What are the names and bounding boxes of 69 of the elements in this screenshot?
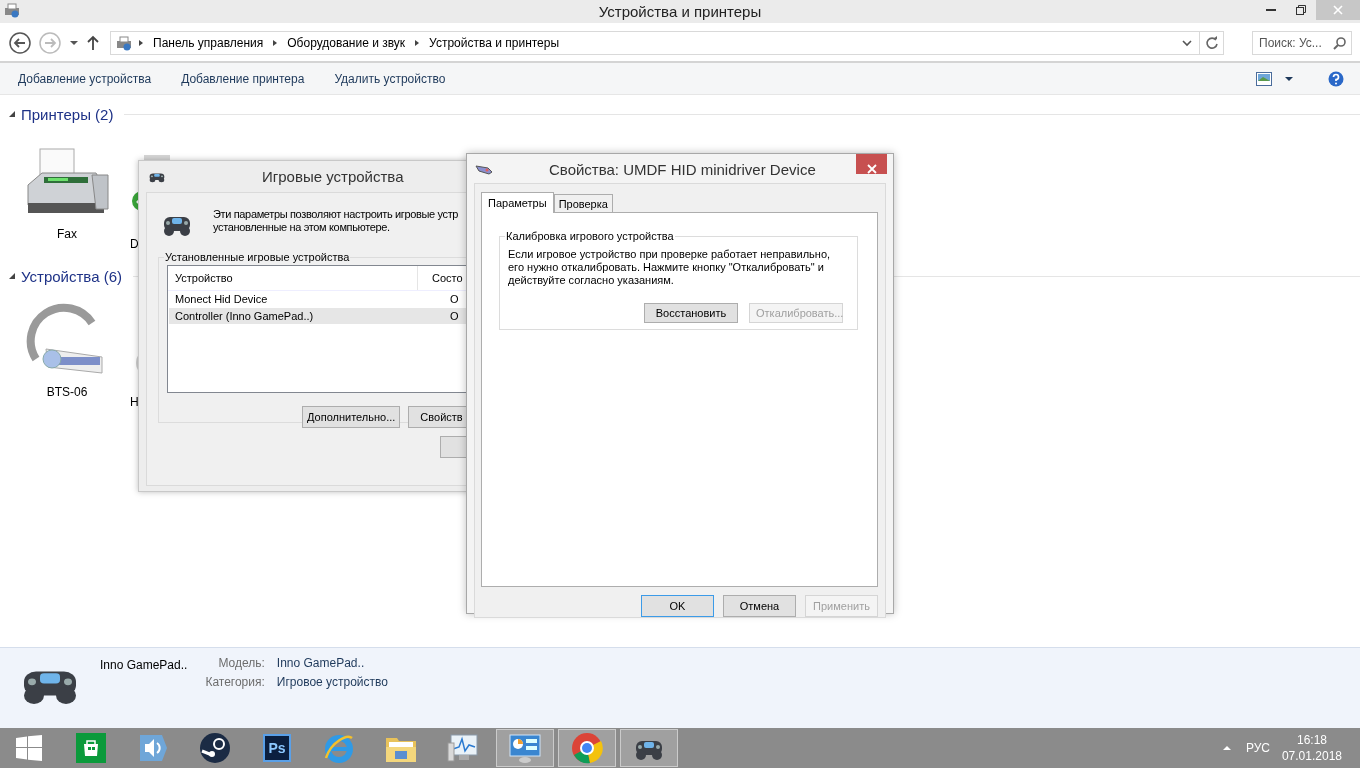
description-text: Эти параметры позволяют настроить игровые устр установленные на этом компьютере. <box>213 208 459 235</box>
e-logo-icon <box>323 732 355 764</box>
breadcrumb-item[interactable]: Оборудование и звук <box>283 36 410 50</box>
list-row[interactable]: Controller (Inno GamePad..) O <box>169 308 469 324</box>
group-label: Калибровка игрового устройства <box>505 230 675 242</box>
breadcrumb-item[interactable]: Устройства и принтеры <box>425 36 564 50</box>
command-button[interactable]: Добавление устройства <box>3 67 167 90</box>
printer-icon <box>3 2 21 18</box>
dialog-title: Свойства: UMDF HID minidriver Device <box>549 161 816 178</box>
search-icon <box>1333 36 1347 50</box>
dialog-button[interactable]: OK <box>641 595 714 617</box>
show-hidden-icons-button[interactable] <box>1221 744 1232 752</box>
close-icon <box>866 163 877 174</box>
instruction-text: Если игровое устройство при проверке работает неправильно, его нужно откалибровать. Нажмите кнопку "Откалибровать" и действуйте согласно указаниям. <box>508 248 832 287</box>
device-label[interactable]: H <box>130 395 139 409</box>
view-button[interactable] <box>1254 69 1274 88</box>
taskbar-button[interactable]: Ps <box>248 729 306 767</box>
window-title: Устройства и принтеры <box>598 3 762 20</box>
dialog-button[interactable]: Отмена <box>723 595 796 617</box>
caret-up-icon <box>1221 744 1232 752</box>
column-header[interactable]: Состо <box>418 272 463 284</box>
field-value: Inno GamePad.. <box>276 656 366 670</box>
collapse-triangle-icon[interactable] <box>8 272 16 280</box>
column-header[interactable]: Устройство <box>168 266 418 290</box>
breadcrumb-item[interactable]: Панель управления <box>149 36 268 50</box>
group-label: Установленные игровые устройства <box>164 251 351 263</box>
device-label[interactable]: D <box>130 237 139 251</box>
address-field[interactable]: Панель управления Оборудование и звук Устройства и принтеры <box>110 31 1224 55</box>
chevron-down-icon <box>1181 38 1193 48</box>
collapse-triangle-icon[interactable] <box>8 110 16 118</box>
printer-icon <box>115 35 133 51</box>
back-button[interactable] <box>8 31 32 55</box>
command-button[interactable]: Удалить устройство <box>319 67 461 90</box>
dialog-button[interactable]: Свойств <box>408 406 469 428</box>
store-icon <box>76 733 106 763</box>
device-label[interactable]: BTS-06 <box>46 385 88 399</box>
ps-icon: Ps <box>263 734 291 762</box>
refresh-icon <box>1204 36 1219 50</box>
field-value: Игровое устройство <box>276 675 388 689</box>
taskbar-button[interactable] <box>620 729 678 767</box>
list-row[interactable]: Monect Hid Device O <box>169 291 469 307</box>
close-button[interactable] <box>856 154 887 174</box>
group-title: Принтеры (2) <box>21 105 114 123</box>
circle-logo-icon <box>199 732 231 764</box>
device-label[interactable]: Fax <box>57 227 77 241</box>
caret-icon <box>1284 74 1294 83</box>
tab[interactable]: Параметры <box>481 192 554 213</box>
windows-logo-icon <box>16 735 42 761</box>
field-label: Категория: <box>205 675 265 689</box>
round-logo-icon <box>571 732 603 764</box>
dialog-button[interactable]: Восстановить <box>644 303 738 323</box>
minimize-icon <box>1266 9 1276 11</box>
group-title: Устройства (6) <box>21 267 122 285</box>
up-arrow-icon <box>86 35 100 51</box>
monitor-chart-icon <box>447 733 479 763</box>
field-label: Модель: <box>217 656 265 670</box>
view-icon <box>1256 71 1272 86</box>
device-name: Inno GamePad.. <box>100 658 188 673</box>
control-panel-icon <box>509 733 541 763</box>
command-button[interactable]: Добавление принтера <box>166 67 320 90</box>
restore-icon <box>1296 5 1306 15</box>
search-field[interactable]: Поиск: Ус... <box>1252 31 1352 55</box>
speaker-icon <box>138 733 168 763</box>
close-icon <box>1333 5 1343 15</box>
up-button[interactable] <box>86 35 100 51</box>
dialog-button[interactable]: Дополнительно... <box>302 406 401 428</box>
dialog-title: Игровые устройства <box>262 168 404 185</box>
help-icon <box>1328 70 1344 87</box>
tab[interactable]: Проверка <box>553 194 613 212</box>
